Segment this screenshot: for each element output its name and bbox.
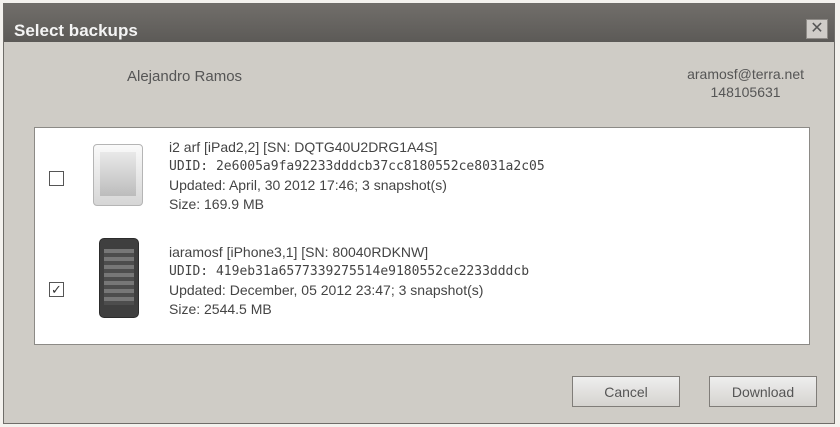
backup-size: Size: 169.9 MB	[169, 196, 264, 212]
backup-title: i2 arf [iPad2,2] [SN: DQTG40U2DRG1A4S]	[169, 139, 438, 155]
select-backups-dialog: Select backups ✕ Alejandro Ramos aramosf…	[3, 3, 835, 424]
backup-title: iaramosf [iPhone3,1] [SN: 80040RDKNW]	[169, 244, 429, 260]
dialog-title: Select backups	[14, 21, 138, 40]
backup-checkbox-ipad[interactable]	[49, 171, 64, 186]
ipad-icon	[93, 144, 143, 206]
cancel-button[interactable]: Cancel	[572, 376, 680, 407]
account-name: Alejandro Ramos	[127, 68, 243, 85]
iphone-icon	[99, 238, 139, 318]
close-icon: ✕	[810, 20, 824, 37]
backup-updated: Updated: December, 05 2012 23:47; 3 snap…	[169, 282, 484, 298]
title-bar: Select backups ✕	[4, 4, 834, 42]
account-info: aramosf@terra.net 148105631	[687, 65, 804, 101]
backup-udid: UDID: 419eb31a6577339275514e9180552ce223…	[169, 264, 530, 279]
backup-row-iphone[interactable]: ✓ iaramosf [iPhone3,1] [SN: 80040RDKNW] …	[35, 234, 809, 334]
backup-size: Size: 2544.5 MB	[169, 301, 272, 317]
backup-udid: UDID: 2e6005a9fa92233dddcb37cc8180552ce8…	[169, 159, 545, 174]
download-button[interactable]: Download	[709, 376, 817, 407]
backup-info-ipad: i2 arf [iPad2,2] [SN: DQTG40U2DRG1A4S] U…	[169, 138, 545, 214]
account-id: 148105631	[710, 84, 781, 100]
check-icon: ✓	[51, 282, 62, 297]
backup-checkbox-iphone[interactable]: ✓	[49, 282, 64, 297]
backup-row-ipad[interactable]: i2 arf [iPad2,2] [SN: DQTG40U2DRG1A4S] U…	[35, 128, 809, 228]
backup-updated: Updated: April, 30 2012 17:46; 3 snapsho…	[169, 177, 447, 193]
backup-info-iphone: iaramosf [iPhone3,1] [SN: 80040RDKNW] UD…	[169, 243, 529, 319]
close-button[interactable]: ✕	[806, 19, 828, 39]
account-email: aramosf@terra.net	[687, 66, 804, 82]
backup-list: i2 arf [iPad2,2] [SN: DQTG40U2DRG1A4S] U…	[34, 127, 810, 345]
